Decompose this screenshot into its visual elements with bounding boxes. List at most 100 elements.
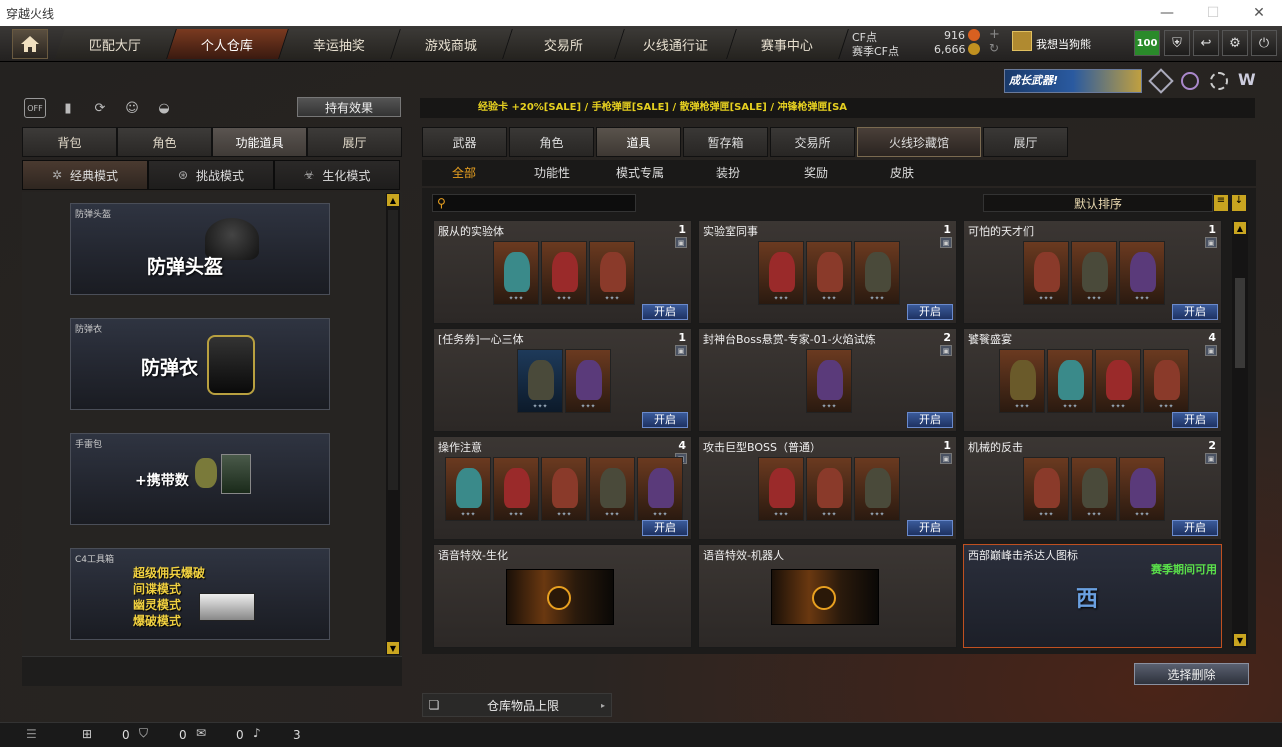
add-cf-icon[interactable]: + (989, 27, 1000, 42)
lock-icon[interactable]: ▣ (940, 345, 952, 356)
bag-icon[interactable]: ◒ (154, 98, 174, 118)
open-button[interactable]: 开启 (907, 304, 953, 320)
mode-biochem[interactable]: ☣ 生化模式 (274, 160, 400, 190)
sort-direction-icon[interactable]: ↓ (1232, 195, 1246, 211)
item-card[interactable]: 服从的实验体 1 ▣ ✦✦✦ ✦✦✦ ✦✦✦ 开启 (433, 220, 692, 324)
logout-icon[interactable]: ↩ (1193, 30, 1219, 56)
lock-icon[interactable]: ▣ (675, 237, 687, 248)
growth-weapon-banner[interactable]: 成长武器! (1004, 69, 1142, 93)
shield-status-icon[interactable]: ⛉ (139, 726, 148, 741)
tab-backpack[interactable]: 背包 (22, 127, 117, 157)
open-button[interactable]: 开启 (642, 412, 688, 428)
left-scrollbar[interactable]: ▲ ▼ (386, 193, 400, 655)
open-button[interactable]: 开启 (1172, 520, 1218, 536)
open-button[interactable]: 开启 (642, 520, 688, 536)
item-card[interactable]: 饕餮盛宴 4 ▣ ✦✦✦ ✦✦✦ ✦✦✦ ✦✦✦ 开启 (963, 328, 1222, 432)
chart-icon[interactable]: ▮ (58, 98, 78, 118)
nav-tab-events[interactable]: 赛事中心 (727, 29, 849, 59)
refresh-icon[interactable]: ↻ (989, 41, 999, 55)
cycle-icon[interactable]: ⟳ (90, 98, 110, 118)
list-view-icon[interactable]: ≡ (1214, 195, 1228, 211)
subtab-outfit[interactable]: 装扮 (716, 160, 740, 186)
item-card[interactable]: 操作注意4▣✦✦✦✦✦✦✦✦✦✦✦✦✦✦✦开启 (433, 436, 692, 540)
subtab-mode-exclusive[interactable]: 模式专属 (616, 160, 664, 186)
lock-icon[interactable]: ▣ (675, 345, 687, 356)
nav-tab-match-lobby[interactable]: 匹配大厅 (55, 29, 177, 59)
rtab-characters[interactable]: 角色 (509, 127, 594, 157)
scroll-thumb[interactable] (1235, 278, 1245, 368)
select-delete-button[interactable]: 选择删除 (1134, 663, 1249, 685)
mode-challenge[interactable]: ⊛ 挑战模式 (148, 160, 274, 190)
item-card[interactable]: 实验室同事 1 ▣ ✦✦✦ ✦✦✦ ✦✦✦ 开启 (698, 220, 957, 324)
sort-dropdown[interactable]: 默认排序 (983, 194, 1213, 212)
user-icon[interactable]: ☺ (122, 98, 142, 118)
item-card[interactable]: [任务券]一心三体 1 ▣ ✦✦✦ ✦✦✦ 开启 (433, 328, 692, 432)
home-button[interactable] (12, 29, 48, 59)
rtab-weapons[interactable]: 武器 (422, 127, 507, 157)
effects-button[interactable]: 持有效果 (297, 97, 401, 117)
power-icon[interactable]: ⏻ (1251, 30, 1277, 56)
item-card[interactable]: 封神台Boss悬赏-专家-01-火焰试炼 2 ▣ ✦✦✦ 开启 (698, 328, 957, 432)
scroll-thumb[interactable] (388, 210, 398, 490)
subtab-skin[interactable]: 皮肤 (890, 160, 914, 186)
subtab-reward[interactable]: 奖励 (804, 160, 828, 186)
item-card[interactable]: 语音特效-生化 (433, 544, 692, 648)
open-button[interactable]: 开启 (1172, 304, 1218, 320)
item-card-grenade[interactable]: 手雷包 +携带数 (70, 433, 330, 525)
gear-icon[interactable]: ⚙ (1222, 30, 1248, 56)
subtab-functional[interactable]: 功能性 (534, 160, 570, 186)
avatar[interactable] (1012, 31, 1032, 51)
friends-icon[interactable]: ⊞ (82, 727, 92, 741)
lock-icon[interactable]: ▣ (940, 237, 952, 248)
item-card-armor[interactable]: 防弹衣 防弹衣 (70, 318, 330, 410)
tab-character[interactable]: 角色 (117, 127, 212, 157)
nav-tab-lottery[interactable]: 幸运抽奖 (279, 29, 401, 59)
nav-tab-mall[interactable]: 游戏商城 (391, 29, 513, 59)
rtab-showroom[interactable]: 展厅 (983, 127, 1068, 157)
rtab-collection[interactable]: 火线珍藏馆 (857, 127, 981, 157)
tab-function-items[interactable]: 功能道具 (212, 127, 307, 157)
open-button[interactable]: 开启 (907, 520, 953, 536)
off-toggle-icon[interactable]: OFF (24, 98, 46, 118)
menu-icon[interactable]: ☰ (26, 727, 37, 741)
search-input[interactable]: ⚲ (432, 194, 636, 212)
rtab-storage[interactable]: 暂存箱 (683, 127, 768, 157)
tab-showroom[interactable]: 展厅 (307, 127, 402, 157)
shield-icon[interactable]: ⛨ (1164, 30, 1190, 56)
scroll-up-icon[interactable]: ▲ (1234, 222, 1246, 234)
globe-icon[interactable] (1181, 72, 1199, 90)
minimize-button[interactable]: — (1144, 0, 1190, 26)
nav-tab-exchange[interactable]: 交易所 (503, 29, 625, 59)
open-button[interactable]: 开启 (642, 304, 688, 320)
item-card[interactable]: 西部巅峰击杀达人图标 赛季期间可用西 (963, 544, 1222, 648)
item-card[interactable]: 可怕的天才们 1 ▣ ✦✦✦ ✦✦✦ ✦✦✦ 开启 (963, 220, 1222, 324)
nav-tab-pass[interactable]: 火线通行证 (615, 29, 737, 59)
close-button[interactable]: ✕ (1236, 0, 1282, 26)
rtab-exchange[interactable]: 交易所 (770, 127, 855, 157)
open-button[interactable]: 开启 (1172, 412, 1218, 428)
lock-icon[interactable]: ▣ (1205, 237, 1217, 248)
badge-icon[interactable] (1210, 72, 1228, 90)
right-scrollbar[interactable]: ▲ ▼ (1232, 220, 1248, 648)
lock-icon[interactable]: ▣ (1205, 453, 1217, 464)
lock-icon[interactable]: ▣ (1205, 345, 1217, 356)
lock-icon[interactable]: ▣ (940, 453, 952, 464)
item-card[interactable]: 攻击巨型BOSS（普通） 1 ▣ ✦✦✦ ✦✦✦ ✦✦✦ 开启 (698, 436, 957, 540)
level-badge[interactable]: 100 (1134, 30, 1160, 56)
sale-ticker[interactable]: 经验卡 +20%[SALE] / 手枪弹匣[SALE] / 散弹枪弹匣[SALE… (420, 98, 1255, 118)
scroll-up-icon[interactable]: ▲ (387, 194, 399, 206)
open-button[interactable]: 开启 (907, 412, 953, 428)
rtab-items[interactable]: 道具 (596, 127, 681, 157)
item-card[interactable]: 语音特效-机器人 (698, 544, 957, 648)
mode-classic[interactable]: ✲ 经典模式 (22, 160, 148, 190)
w-icon[interactable]: W (1238, 70, 1256, 89)
item-card-helmet[interactable]: 防弹头盔 防弹头盔 (70, 203, 330, 295)
subtab-all[interactable]: 全部 (452, 160, 476, 186)
scroll-down-icon[interactable]: ▼ (1234, 634, 1246, 646)
item-card[interactable]: 机械的反击 2 ▣ ✦✦✦ ✦✦✦ ✦✦✦ 开启 (963, 436, 1222, 540)
speaker-icon[interactable]: ♪ (253, 726, 261, 740)
item-card-c4[interactable]: C4工具箱 超级佣兵爆破 间谍模式 幽灵模式 爆破模式 (70, 548, 330, 640)
scroll-down-icon[interactable]: ▼ (387, 642, 399, 654)
warehouse-limit-bar[interactable]: ❏ 仓库物品上限 ▸ (422, 693, 612, 717)
maximize-button[interactable]: ☐ (1190, 0, 1236, 26)
